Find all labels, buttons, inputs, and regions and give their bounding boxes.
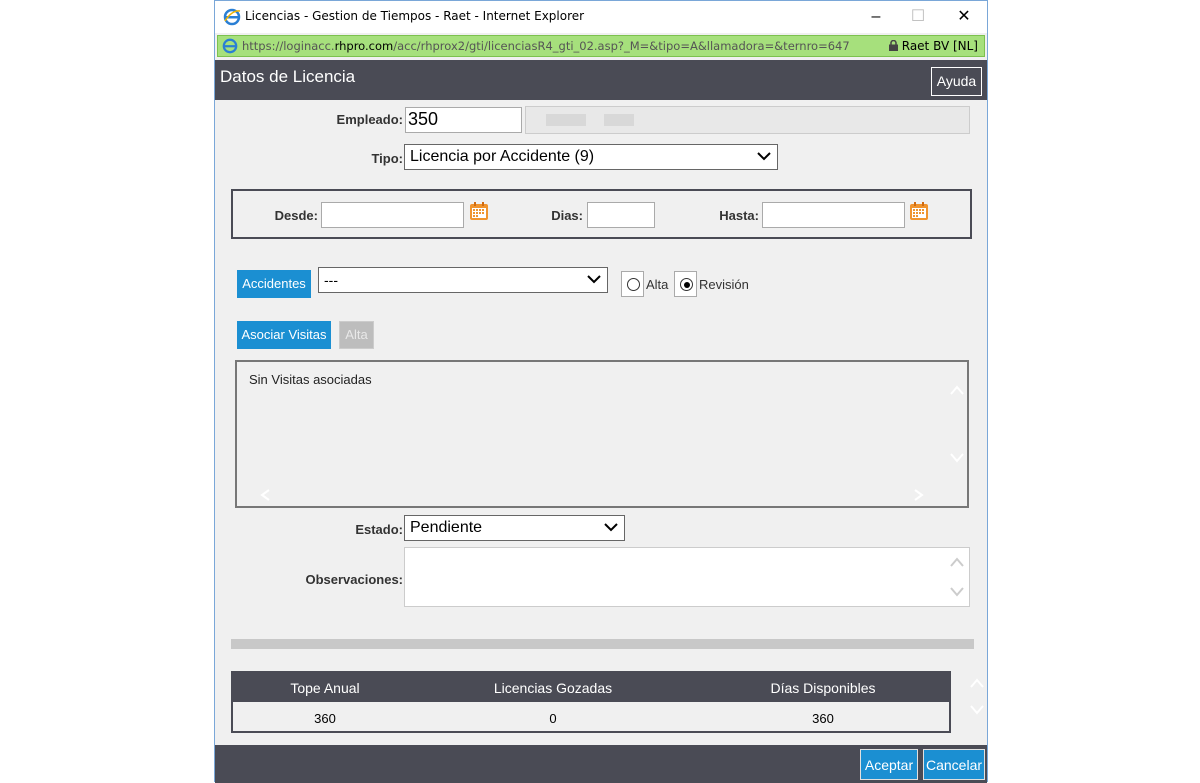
- browser-window: Licencias - Gestion de Tiempos - Raet - …: [214, 0, 988, 783]
- minimize-icon[interactable]: –: [864, 5, 888, 29]
- radio-alta-wrap: [621, 271, 644, 297]
- asociar-visitas-button[interactable]: Asociar Visitas: [237, 321, 331, 349]
- radio-revision-wrap: [674, 271, 697, 297]
- address-bar[interactable]: https://loginacc.rhpro.com/acc/rhprox2/g…: [217, 35, 985, 57]
- radio-revision[interactable]: [680, 278, 693, 291]
- window-title: Licencias - Gestion de Tiempos - Raet - …: [245, 9, 585, 23]
- scroll-down-icon[interactable]: [969, 704, 985, 716]
- visitas-panel: Sin Visitas asociadas: [235, 360, 969, 508]
- accidentes-value: ---: [324, 272, 338, 288]
- lock-icon: [888, 39, 898, 51]
- dias-label: Dias:: [551, 208, 583, 223]
- tipo-select[interactable]: Licencia por Accidente (9): [404, 144, 778, 170]
- scroll-up-icon[interactable]: [969, 677, 985, 689]
- chevron-down-icon: [587, 275, 601, 284]
- url-text: https://loginacc.rhpro.com/acc/rhprox2/g…: [242, 39, 850, 53]
- summary-header-disponibles: Días Disponibles: [770, 680, 876, 696]
- estado-select[interactable]: Pendiente: [404, 515, 625, 541]
- accidentes-button[interactable]: Accidentes: [237, 270, 311, 298]
- radio-alta-label[interactable]: Alta: [646, 277, 668, 292]
- accept-button[interactable]: Aceptar: [860, 749, 918, 780]
- summary-table: Tope Anual Licencias Gozadas Días Dispon…: [231, 671, 951, 733]
- hasta-label: Hasta:: [719, 208, 759, 223]
- maximize-icon[interactable]: ☐: [906, 5, 930, 29]
- summary-value-gozadas: 0: [549, 711, 557, 726]
- alta-visita-button[interactable]: Alta: [339, 321, 374, 349]
- hasta-input[interactable]: [762, 202, 905, 228]
- help-button[interactable]: Ayuda: [931, 67, 982, 96]
- empleado-name-field: [525, 106, 970, 134]
- scroll-left-icon[interactable]: [259, 488, 271, 502]
- date-range-panel: Desde: Dias: Hasta:: [231, 189, 972, 239]
- accidentes-select[interactable]: ---: [318, 267, 608, 293]
- summary-header-row: Tope Anual Licencias Gozadas Días Dispon…: [233, 673, 949, 702]
- desde-input[interactable]: [321, 202, 464, 228]
- chevron-down-icon: [757, 152, 771, 161]
- radio-revision-label[interactable]: Revisión: [699, 277, 749, 292]
- scroll-up-icon[interactable]: [949, 556, 965, 568]
- estado-value: Pendiente: [410, 519, 483, 536]
- observaciones-label: Observaciones:: [305, 572, 403, 587]
- internet-explorer-icon: [222, 38, 238, 54]
- title-bar: Licencias - Gestion de Tiempos - Raet - …: [215, 1, 987, 33]
- empleado-label: Empleado:: [336, 112, 403, 127]
- radio-alta[interactable]: [627, 278, 640, 291]
- scroll-up-icon[interactable]: [949, 384, 965, 396]
- summary-header-tope: Tope Anual: [290, 680, 360, 696]
- summary-value-disponibles: 360: [812, 711, 834, 726]
- estado-label: Estado:: [355, 522, 403, 537]
- dias-input[interactable]: [587, 202, 655, 228]
- close-icon[interactable]: ✕: [952, 5, 976, 29]
- tipo-label: Tipo:: [371, 151, 403, 166]
- scroll-right-icon[interactable]: [913, 488, 925, 502]
- cancel-button[interactable]: Cancelar: [923, 749, 985, 780]
- summary-header-gozadas: Licencias Gozadas: [493, 680, 613, 696]
- observaciones-textarea[interactable]: [404, 547, 970, 607]
- page-title: Datos de Licencia: [220, 67, 356, 86]
- page-header: Datos de Licencia Ayuda: [215, 60, 987, 100]
- scroll-down-icon[interactable]: [949, 586, 965, 598]
- chevron-down-icon: [604, 523, 618, 532]
- calendar-icon[interactable]: [469, 201, 489, 221]
- summary-value-tope: 360: [314, 711, 336, 726]
- tipo-value: Licencia por Accidente (9): [410, 148, 595, 165]
- divider: [231, 639, 974, 649]
- calendar-icon[interactable]: [909, 201, 929, 221]
- empleado-input[interactable]: 350: [405, 107, 522, 133]
- visitas-empty-message: Sin Visitas asociadas: [249, 372, 372, 387]
- footer-bar: Aceptar Cancelar: [215, 745, 987, 783]
- site-identity[interactable]: Raet BV [NL]: [888, 39, 978, 53]
- internet-explorer-icon: [223, 8, 241, 26]
- desde-label: Desde:: [274, 208, 318, 223]
- scroll-down-icon[interactable]: [949, 452, 965, 464]
